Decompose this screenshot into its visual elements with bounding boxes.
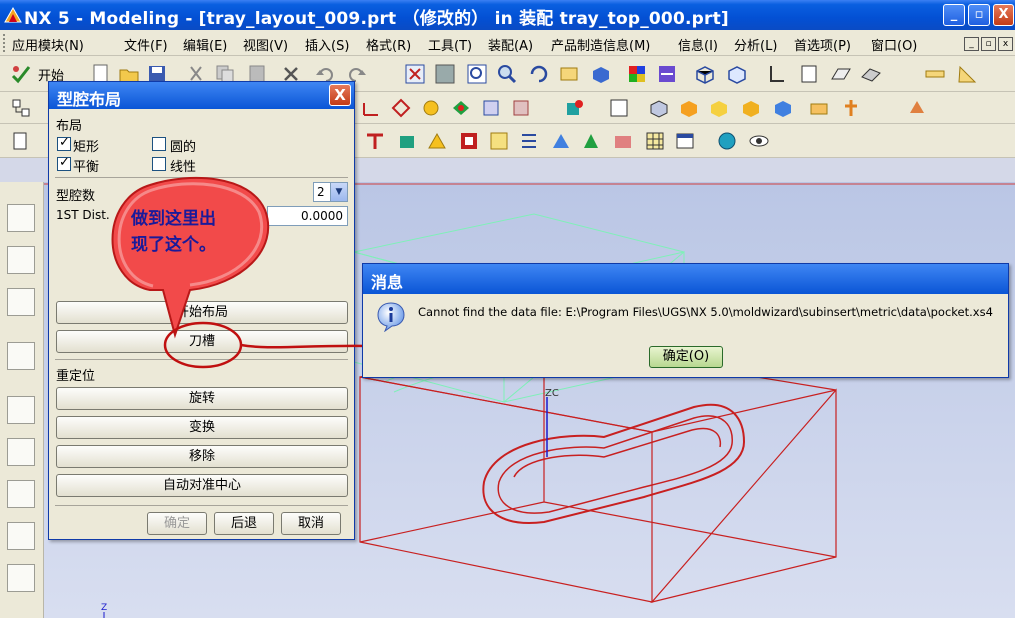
- callout-text: 做到这里出 现了这个。: [131, 206, 216, 258]
- callout-line-2: 现了这个。: [131, 235, 216, 255]
- message-dialog: 消息 Cannot find the data file: E:\Program…: [362, 263, 1009, 378]
- callout-line-1: 做到这里出: [131, 209, 216, 229]
- message-title: 消息: [363, 264, 1008, 294]
- message-text: Cannot find the data file: E:\Program Fi…: [418, 305, 993, 319]
- message-ok-button[interactable]: 确定(O): [649, 346, 723, 368]
- info-icon: [377, 302, 405, 332]
